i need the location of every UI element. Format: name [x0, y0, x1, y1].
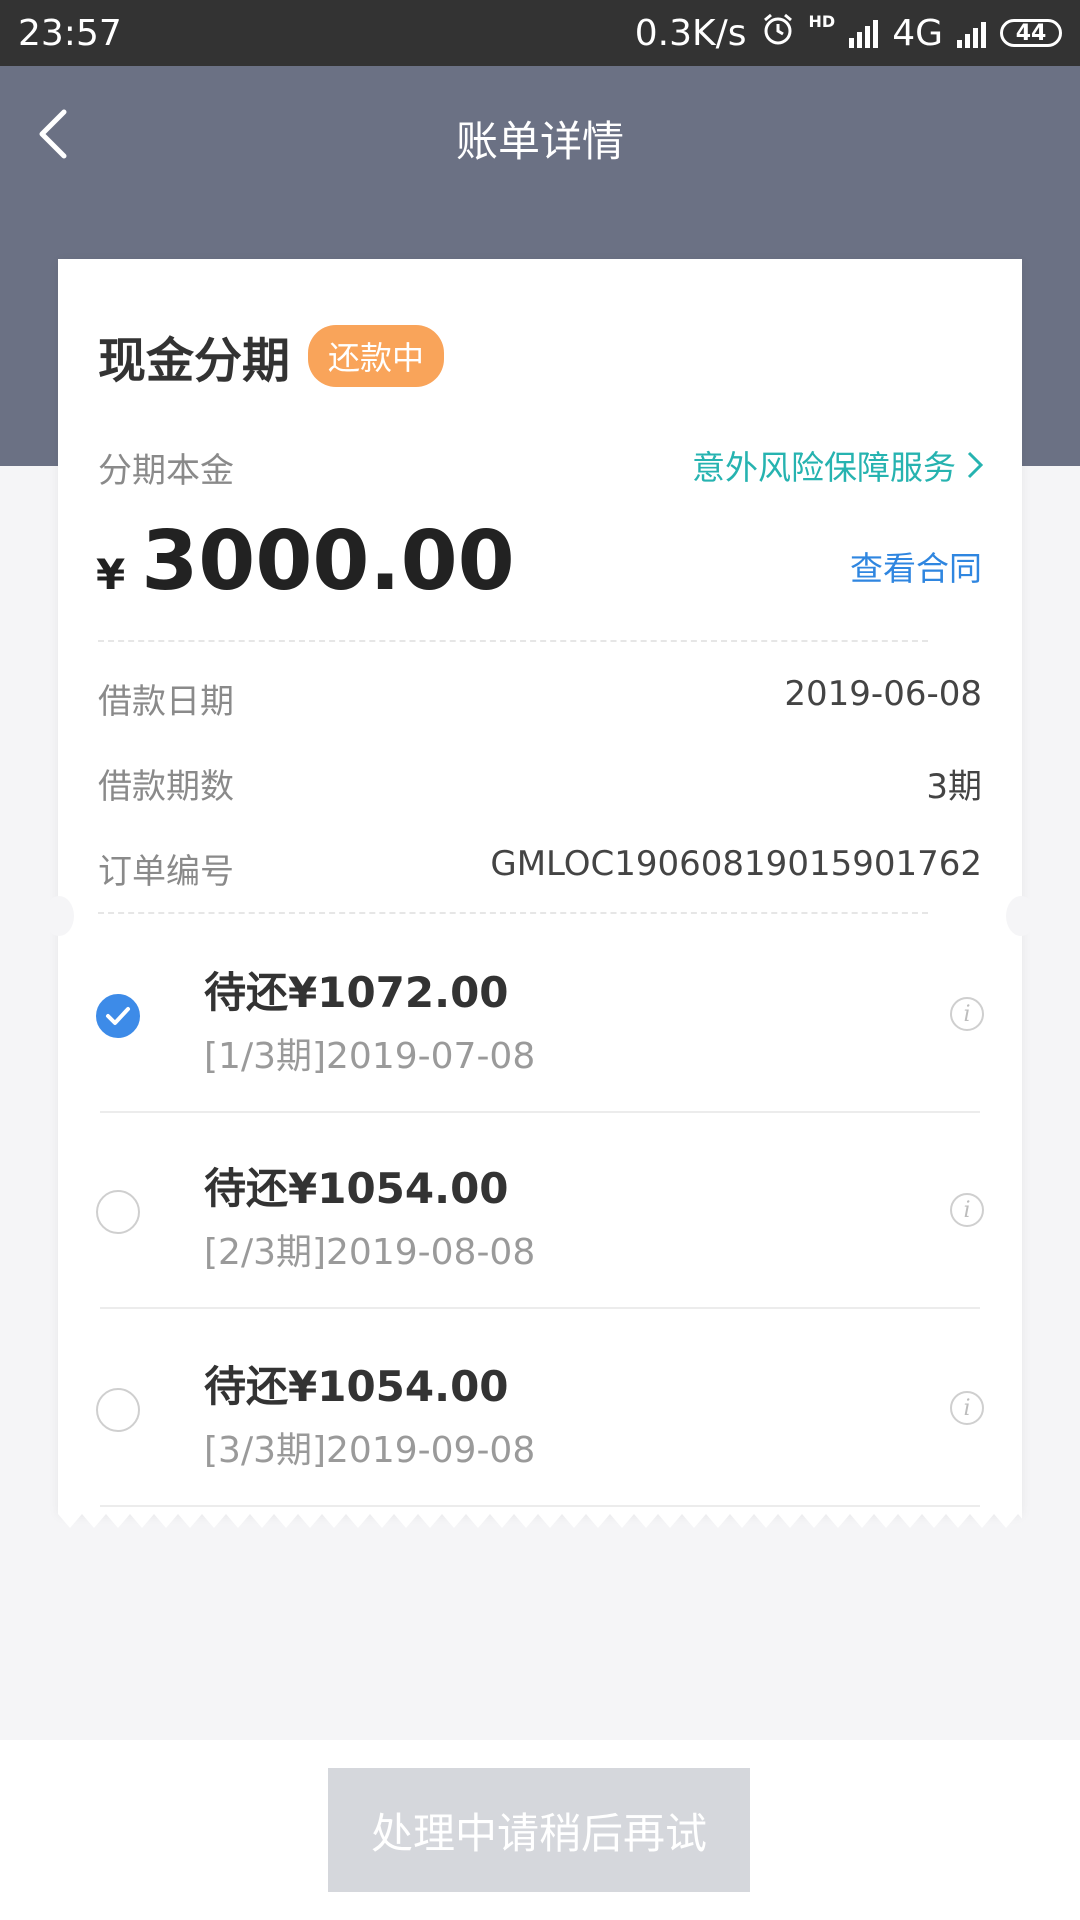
battery-level: 44	[1015, 20, 1047, 46]
principal-label: 分期本金	[98, 451, 234, 491]
network-type: 4G	[892, 12, 943, 54]
net-speed: 0.3K/s	[634, 12, 747, 54]
installment-amount: 待还¥1054.00	[204, 1164, 509, 1213]
divider	[98, 912, 928, 914]
signal-icon	[957, 18, 986, 48]
checkmark-icon	[106, 1007, 130, 1025]
loan-periods-value: 3期	[926, 767, 982, 807]
status-bar: 23:57 0.3K/s HD 4G 44	[0, 0, 1080, 66]
loan-title-row: 现金分期 还款中	[98, 321, 445, 391]
info-icon[interactable]: i	[950, 1193, 984, 1227]
insurance-link[interactable]: 意外风险保障服务	[692, 441, 984, 489]
loan-periods-label: 借款期数	[98, 767, 234, 807]
installment-item[interactable]: 待还¥1072.00 [1/3期]2019-07-08 i	[58, 917, 1022, 1113]
view-contract-link[interactable]: 查看合同	[850, 542, 982, 590]
loan-date-value: 2019-06-08	[784, 674, 982, 714]
status-indicators: 0.3K/s HD 4G 44	[635, 12, 1062, 55]
installment-period: [1/3期]2019-07-08	[204, 1036, 536, 1077]
bill-card: 现金分期 还款中 分期本金 意外风险保障服务 ¥ 3000.00 查看合同 借款…	[58, 259, 1022, 1514]
order-number-value: GMLOC19060819015901762	[490, 844, 982, 884]
info-icon[interactable]: i	[950, 997, 984, 1031]
installment-item[interactable]: 待还¥1054.00 [3/3期]2019-09-08 i	[58, 1311, 1022, 1507]
chevron-right-icon	[967, 451, 984, 479]
insurance-link-label: 意外风险保障服务	[692, 448, 956, 487]
status-badge: 还款中	[308, 325, 445, 387]
page-title: 账单详情	[455, 117, 624, 166]
radio-checked[interactable]	[96, 994, 140, 1038]
signal-icon	[849, 18, 879, 48]
radio-unchecked[interactable]	[96, 1190, 140, 1234]
divider	[98, 640, 928, 642]
divider	[100, 1307, 980, 1309]
info-icon[interactable]: i	[950, 1391, 984, 1425]
radio-unchecked[interactable]	[96, 1388, 140, 1432]
processing-button[interactable]: 处理中请稍后再试	[328, 1768, 750, 1892]
card-zigzag-edge	[58, 1514, 1022, 1528]
card-notch	[1006, 896, 1036, 936]
principal-amount: ¥ 3000.00	[96, 514, 515, 609]
installment-item[interactable]: 待还¥1054.00 [2/3期]2019-08-08 i	[58, 1113, 1022, 1309]
loan-date-label: 借款日期	[98, 682, 234, 722]
status-time: 23:57	[18, 12, 122, 54]
installment-amount: 待还¥1054.00	[204, 1362, 509, 1411]
bottom-bar: 处理中请稍后再试	[0, 1740, 1080, 1920]
currency-symbol: ¥	[96, 550, 126, 599]
card-notch	[44, 896, 74, 936]
loan-title: 现金分期	[98, 333, 291, 389]
installment-period: [3/3期]2019-09-08	[204, 1430, 536, 1471]
divider	[100, 1505, 980, 1507]
alarm-icon	[761, 12, 795, 55]
principal-value: 3000.00	[141, 514, 515, 609]
battery-icon: 44	[1000, 19, 1062, 47]
order-number-label: 订单编号	[98, 852, 234, 892]
hd-label: HD	[808, 11, 836, 31]
installment-period: [2/3期]2019-08-08	[204, 1232, 536, 1273]
installment-amount: 待还¥1072.00	[204, 968, 509, 1017]
